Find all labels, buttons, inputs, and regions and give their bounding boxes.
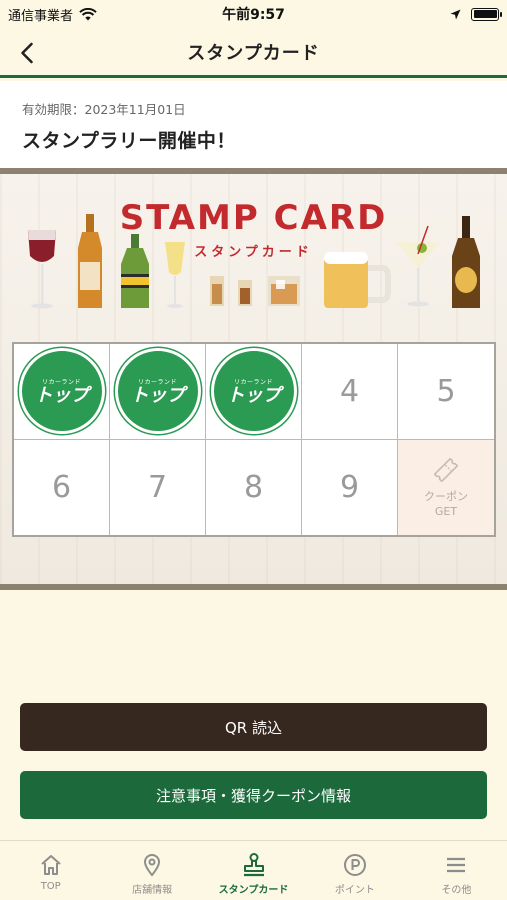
status-bar: 通信事業者 午前9:57 [0, 0, 507, 28]
location-pin-icon [139, 852, 165, 878]
coupon-cell: クーポン GET [398, 439, 494, 535]
status-right [450, 7, 502, 21]
stamp-logo-main: トップ [226, 385, 281, 407]
campaign-headline: スタンプラリー開催中！ [22, 130, 236, 152]
nav-bar: スタンプカード [0, 28, 507, 78]
tab-stamp-card[interactable]: スタンプカード [203, 841, 304, 900]
stamp-logo-main: トップ [34, 385, 89, 407]
tab-label: 店舗情報 [132, 885, 173, 896]
tab-points[interactable]: ポイント [304, 841, 405, 900]
point-icon [342, 852, 368, 878]
stamp-cell-number: 6 [14, 439, 110, 535]
stamp-cell-number: 5 [398, 344, 494, 440]
ticket-icon [433, 458, 459, 483]
stamp-icon [241, 852, 267, 878]
coupon-label: クーポン GET [424, 489, 468, 519]
stamp-cell: リカーランド トップ [14, 344, 110, 440]
tab-store-info[interactable]: 店舗情報 [101, 841, 202, 900]
notes-coupon-info-button[interactable]: 注意事項・獲得クーポン情報 [20, 771, 487, 819]
tab-bar: TOP 店舗情報 スタンプカード ポイント その他 [0, 840, 507, 900]
menu-icon [443, 852, 469, 878]
card-title: STAMP CARD [119, 198, 388, 238]
info-section: 有効期限：2023年11月01日 スタンプラリー開催中！ [0, 81, 507, 168]
stamp-cell-number: 9 [302, 439, 398, 535]
coupon-label-line2: GET [434, 505, 458, 519]
location-arrow-icon [450, 9, 461, 19]
page-title: スタンプカード [187, 42, 320, 64]
stamp-logo: リカーランド トップ [114, 348, 201, 435]
status-time: 午前9:57 [222, 7, 285, 23]
stamp-card: STAMP CARD スタンプカード リカーランド トップ リカーランド トップ リ… [0, 168, 507, 590]
tab-label: TOP [40, 881, 61, 892]
stamp-cell-number: 7 [110, 439, 206, 535]
stamp-cell-number: 4 [302, 344, 398, 440]
stamp-cell-number: 8 [206, 439, 302, 535]
stamp-cell: リカーランド トップ [206, 344, 302, 440]
tab-label: その他 [441, 885, 472, 896]
battery-icon [471, 7, 502, 21]
back-button[interactable] [12, 38, 42, 68]
tab-top[interactable]: TOP [0, 841, 101, 900]
stamp-grid: リカーランド トップ リカーランド トップ リカーランド トップ 4 5 6 7 8 … [12, 342, 496, 537]
expiry-date: 有効期限：2023年11月01日 [22, 102, 186, 117]
tab-other[interactable]: その他 [406, 841, 507, 900]
card-subtitle: スタンプカード [194, 245, 313, 260]
chevron-left-icon [21, 42, 33, 64]
tab-label: スタンプカード [218, 885, 289, 896]
coupon-label-line1: クーポン [424, 490, 468, 504]
qr-scan-button[interactable]: QR 読込 [20, 703, 487, 751]
stamp-cell: リカーランド トップ [110, 344, 206, 440]
stamp-logo: リカーランド トップ [210, 348, 297, 435]
stamp-logo-main: トップ [130, 385, 185, 407]
home-icon [38, 852, 64, 878]
stamp-logo: リカーランド トップ [18, 348, 105, 435]
tab-label: ポイント [334, 885, 375, 896]
